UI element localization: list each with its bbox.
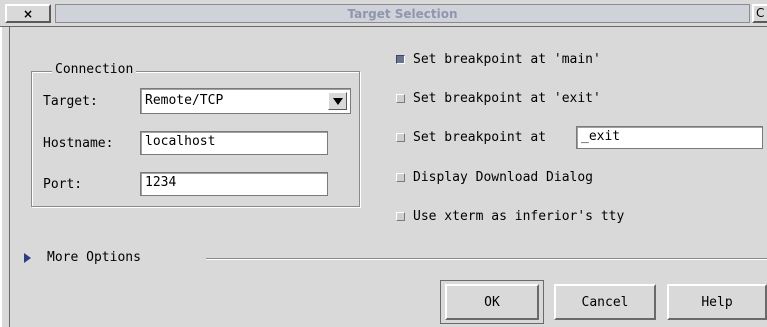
target-select[interactable]: Remote/TCP xyxy=(140,88,351,114)
option-break-custom-label: Set breakpoint at xyxy=(413,129,547,145)
hostname-field[interactable]: localhost xyxy=(140,131,328,155)
checkbox[interactable] xyxy=(396,93,405,103)
option-break-exit-label: Set breakpoint at 'exit' xyxy=(413,90,601,106)
target-dropdown-button[interactable] xyxy=(328,92,347,110)
option-download-dialog[interactable]: Display Download Dialog xyxy=(396,169,593,185)
checkbox[interactable] xyxy=(396,172,405,182)
separator xyxy=(206,258,767,260)
hostname-label: Hostname: xyxy=(43,136,114,151)
expand-arrow-icon[interactable] xyxy=(24,253,31,263)
window-frame-line xyxy=(9,27,10,327)
option-break-custom[interactable]: Set breakpoint at xyxy=(396,129,546,145)
option-xterm-tty[interactable]: Use xterm as inferior's tty xyxy=(396,208,624,224)
connection-group-label: Connection xyxy=(52,62,137,77)
port-field[interactable]: 1234 xyxy=(140,172,328,196)
help-button[interactable]: Help xyxy=(667,284,767,320)
cancel-button[interactable]: Cancel xyxy=(554,284,656,320)
checkbox[interactable] xyxy=(396,132,405,142)
option-break-main-label: Set breakpoint at 'main' xyxy=(413,51,601,67)
close-icon: × xyxy=(22,6,34,21)
port-label: Port: xyxy=(43,177,83,192)
window-title-area[interactable]: Target Selection xyxy=(55,4,750,23)
close-button[interactable]: × xyxy=(5,4,51,23)
more-options-toggle[interactable]: More Options xyxy=(47,250,141,265)
option-break-main[interactable]: Set breakpoint at 'main' xyxy=(396,51,601,67)
breakpoint-symbol-field[interactable]: _exit xyxy=(576,126,763,149)
window-title: Target Selection xyxy=(347,6,458,21)
checkbox[interactable] xyxy=(396,211,405,221)
option-xterm-tty-label: Use xterm as inferior's tty xyxy=(413,208,625,224)
window-menu-label: C xyxy=(756,6,765,20)
checkbox-checked[interactable] xyxy=(396,54,405,64)
ok-button[interactable]: OK xyxy=(445,284,539,320)
target-label: Target: xyxy=(43,94,98,109)
chevron-down-icon xyxy=(333,98,343,105)
window-menu-button[interactable]: C xyxy=(752,4,767,23)
target-select-value: Remote/TCP xyxy=(145,93,224,108)
option-download-dialog-label: Display Download Dialog xyxy=(413,169,594,185)
option-break-exit[interactable]: Set breakpoint at 'exit' xyxy=(396,90,601,106)
